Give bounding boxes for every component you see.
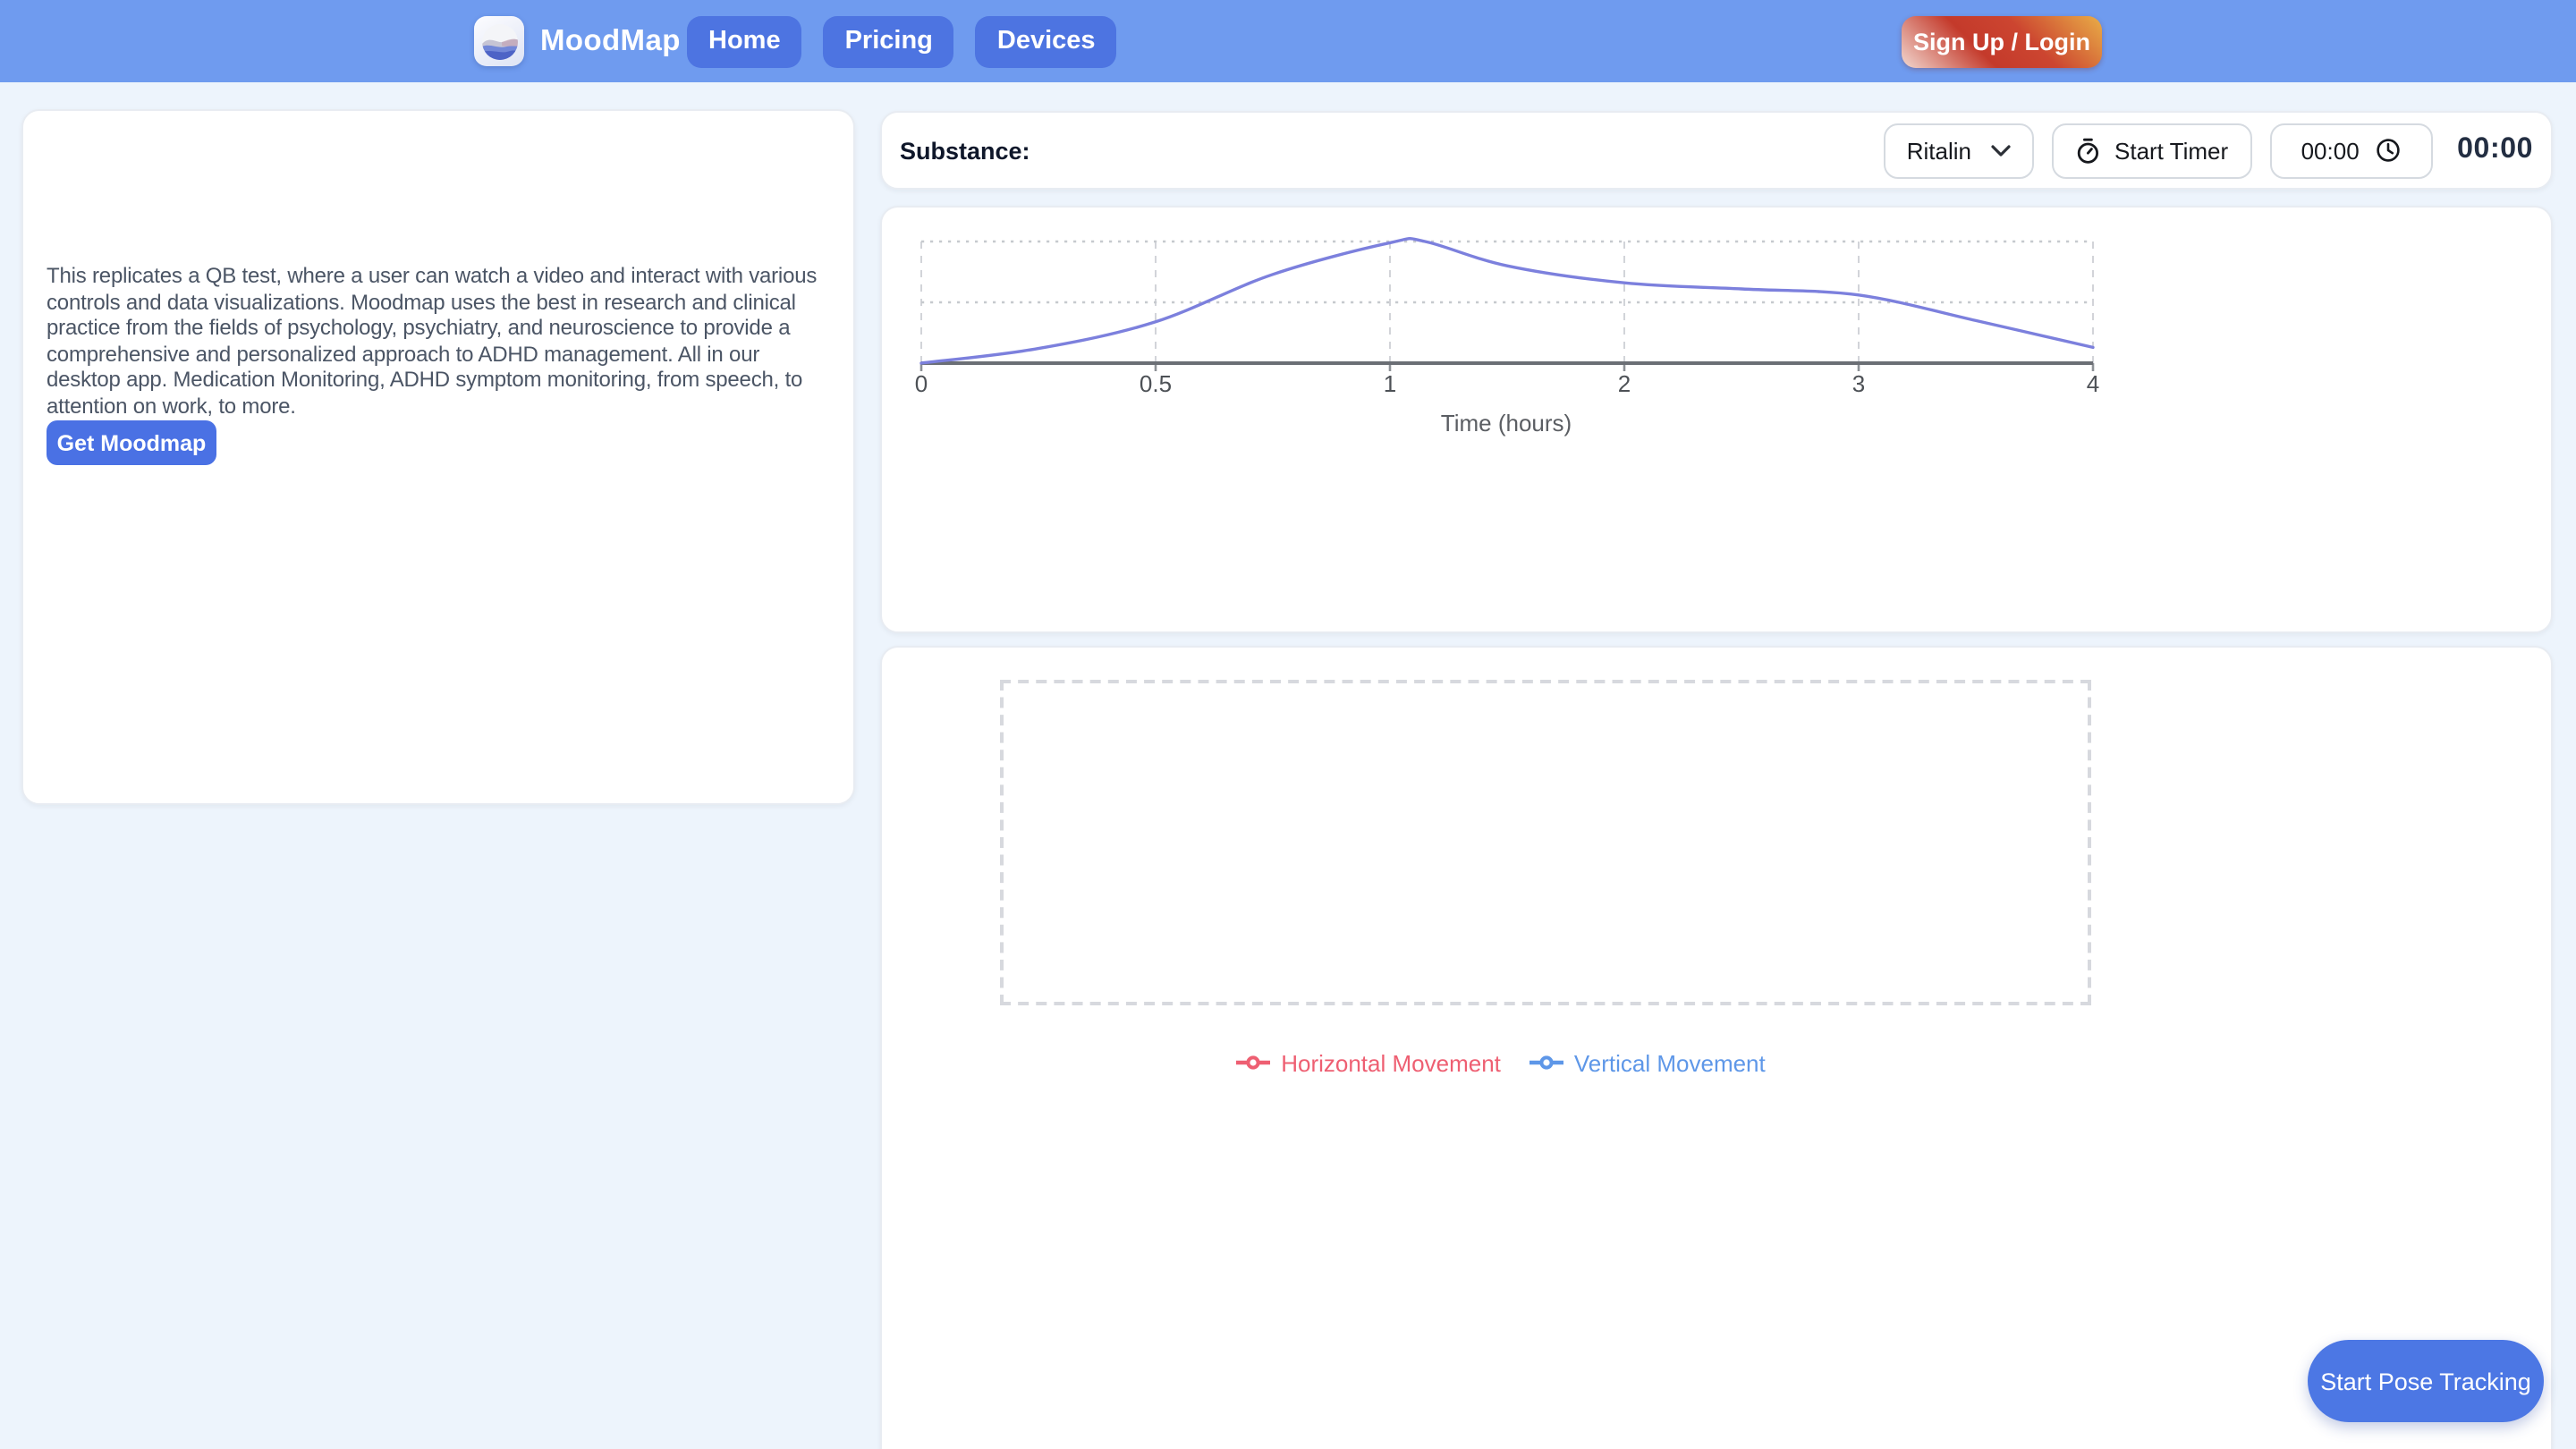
dose-time-input[interactable]: 00:00 [2269, 123, 2433, 178]
start-pose-tracking-button[interactable]: Start Pose Tracking [2308, 1340, 2544, 1422]
toolbar-controls: Ritalin Start Timer 00:00 00:00 [1883, 123, 2533, 178]
legend-line-dot-icon [1236, 1054, 1271, 1072]
concentration-chart-card: 0 0.5 1 2 3 4 Time (hours) [880, 206, 2553, 633]
x-tick-label: 4 [2086, 370, 2100, 397]
nav-button-devices[interactable]: Devices [975, 15, 1117, 67]
substance-select[interactable]: Ritalin [1883, 123, 2034, 178]
dose-time-value: 00:00 [2301, 137, 2360, 164]
legend-horizontal-movement[interactable]: Horizontal Movement [1236, 1048, 1501, 1077]
main-nav: Home Pricing Devices [687, 15, 1117, 67]
intro-text: This replicates a QB test, where a user … [47, 263, 818, 419]
chart-x-axis-title: Time (hours) [1440, 410, 1572, 436]
chevron-down-icon [1991, 144, 2011, 157]
start-timer-label: Start Timer [2114, 137, 2229, 164]
legend-line-dot-icon [1529, 1054, 1563, 1072]
nav-button-home[interactable]: Home [687, 15, 802, 67]
legend-vertical-movement[interactable]: Vertical Movement [1529, 1048, 1766, 1077]
pose-chart-placeholder [1000, 680, 2091, 1005]
start-timer-button[interactable]: Start Timer [2052, 123, 2252, 178]
moodmap-app: MoodMap Home Pricing Devices Sign Up / L… [0, 0, 2576, 1449]
concentration-line-chart [919, 237, 2095, 371]
x-tick-label: 3 [1852, 370, 1866, 397]
pose-tracking-card: Horizontal Movement Vertical Movement St… [880, 646, 2553, 1449]
legend-vertical-label: Vertical Movement [1573, 1049, 1766, 1076]
logo-waves-icon [480, 22, 518, 60]
substance-toolbar: Substance: Ritalin Start Timer 00:00 00:… [880, 111, 2553, 190]
clock-icon [2376, 138, 2401, 163]
signup-login-button[interactable]: Sign Up / Login [1902, 15, 2102, 67]
x-tick-label: 0 [914, 370, 928, 397]
brand-name: MoodMap [540, 24, 681, 56]
stopwatch-icon [2075, 137, 2102, 164]
elapsed-timer-display: 00:00 [2457, 134, 2533, 165]
moodmap-logo[interactable] [474, 16, 524, 66]
pose-chart-legend: Horizontal Movement Vertical Movement [955, 1048, 2046, 1077]
substance-label: Substance: [900, 137, 1030, 164]
substance-select-value: Ritalin [1906, 137, 1971, 164]
x-tick-label: 2 [1617, 370, 1631, 397]
nav-button-pricing[interactable]: Pricing [823, 15, 954, 67]
x-tick-label: 0.5 [1139, 370, 1173, 397]
intro-card: This replicates a QB test, where a user … [21, 109, 855, 805]
get-moodmap-button[interactable]: Get Moodmap [47, 420, 216, 465]
legend-horizontal-label: Horizontal Movement [1281, 1049, 1501, 1076]
top-navbar: MoodMap Home Pricing Devices Sign Up / L… [0, 0, 2576, 82]
x-tick-label: 1 [1383, 370, 1397, 397]
